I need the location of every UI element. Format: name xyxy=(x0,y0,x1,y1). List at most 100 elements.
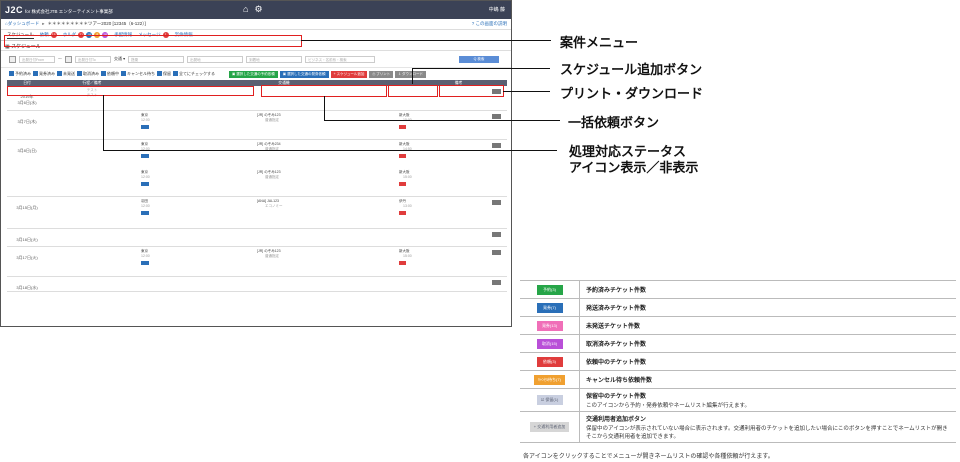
gear-icon[interactable]: ⚙ xyxy=(254,4,262,15)
legend-title: 交通利用者追加ボタン xyxy=(586,417,647,423)
row-note xyxy=(431,276,486,292)
filter-checkbox[interactable]: 発券済み xyxy=(33,71,55,77)
legend-row: ｷｬﾝｾﾙ待ち(7) キャンセル待ち依頼件数 xyxy=(520,371,956,389)
row-note xyxy=(431,228,486,247)
callout-add-schedule: スケジュール追加ボタン xyxy=(560,62,703,77)
filter-checkbox[interactable]: 保留 xyxy=(157,71,171,77)
filter-checkbox[interactable]: 依頼中 xyxy=(101,71,119,77)
search-bar: 出発日付From ～ 出発日付To 交通 ▾ 搭乗 出発地 到着地 ビジネス・名… xyxy=(1,51,511,68)
highlight-print xyxy=(439,85,504,97)
table-row: 3月8日(日) 東京 12:00 [JR] のぞみ234 普通指定 新大阪 14:50 東京… xyxy=(7,139,507,197)
highlight-menu xyxy=(4,35,302,47)
download-button[interactable]: ⇩ ダウンロード xyxy=(395,70,427,78)
user-name[interactable]: 中嶋 藤 xyxy=(489,6,505,13)
legend-icon[interactable]: ☑ 保留(1) xyxy=(536,395,563,405)
app-screenshot: J2C for 株式会社JTB エンターテイメント事業部 ⌂ ⚙ 中嶋 藤 ⌂ダッ… xyxy=(0,0,512,327)
filter-checkbox[interactable]: 取消済み xyxy=(77,71,99,77)
row-itinerary xyxy=(47,276,137,292)
search-button[interactable]: Q 検索 xyxy=(459,55,499,63)
breadcrumb-home[interactable]: ⌂ダッシュボード xyxy=(5,21,39,27)
legend-row: 取消(15) 取消済みチケット件数 xyxy=(520,335,956,353)
breadcrumb: ⌂ダッシュボード ▸ ＊＊＊＊＊＊＊＊＊ツアー2020 [12345（6-122… xyxy=(1,19,511,30)
trip-train[interactable]: [ANA] JAL123 xyxy=(257,199,279,203)
legend-title: 取消済みチケット件数 xyxy=(586,342,647,348)
row-date: 3月17日(火) xyxy=(7,246,47,277)
trip-class: エコノミー xyxy=(265,203,283,208)
status-chip[interactable] xyxy=(141,181,150,186)
table-row: 3月16日(火) xyxy=(7,228,507,247)
legend-icon[interactable]: ｷｬﾝｾﾙ待ち(7) xyxy=(534,374,565,385)
row-date: 3月7日(木) xyxy=(7,110,47,140)
filter-checkbox[interactable]: キャンセル待ち xyxy=(121,71,155,77)
arrival-input[interactable]: 到着地 xyxy=(246,55,303,63)
highlight-filters xyxy=(7,86,254,96)
date-to-input[interactable]: 出発日付To xyxy=(75,55,111,63)
trip-entry: 東京12:00[JR] のぞみ123普通指定新大阪15:00 xyxy=(137,247,431,275)
status-chip[interactable] xyxy=(399,210,407,215)
footnote: 各アイコンをクリックすることでメニューが開きネームリストの確認や各種依頼が行えま… xyxy=(523,454,774,460)
edit-icon[interactable] xyxy=(492,199,501,205)
trip-class: 普通指定 xyxy=(265,117,279,122)
calendar-icon[interactable] xyxy=(65,55,72,63)
date-from-input[interactable]: 出発日付From xyxy=(19,55,55,63)
add-schedule-button[interactable]: + スケジュール追加 xyxy=(330,70,368,78)
status-chip[interactable] xyxy=(141,260,150,265)
edit-icon[interactable] xyxy=(492,279,501,285)
calendar-icon[interactable] xyxy=(9,55,16,63)
filter-checkbox[interactable]: 予約済み xyxy=(9,71,31,77)
filter-bar: 予約済み 発券済み 未発送 取消済み 依頼中 キャンセル待ち 保留 全てにチェックする ▣ 選… xyxy=(1,68,511,80)
legend-title: 発送済みチケット件数 xyxy=(586,306,647,312)
row-itinerary xyxy=(47,246,137,277)
row-itinerary xyxy=(47,139,137,197)
legend-icon[interactable]: 発券(7) xyxy=(536,302,563,313)
legend-desc: 保留中のアイコンが表示されていない場合に表示されます。交通利用者のチケットを追加… xyxy=(586,426,948,440)
row-itinerary xyxy=(47,196,137,229)
row-date: 3月8日(日) xyxy=(7,139,47,197)
legend-icon[interactable]: 取消(15) xyxy=(536,338,563,349)
field-input[interactable]: 搭乗 xyxy=(128,55,185,63)
table-row: 3月7日(木) 東京12:00[JR] のぞみ123普通指定新大阪15:00 xyxy=(7,110,507,140)
edit-icon[interactable] xyxy=(492,249,501,255)
home-icon[interactable]: ⌂ xyxy=(243,4,248,15)
trip-dep: 12:00 xyxy=(141,174,150,179)
edit-icon[interactable] xyxy=(492,231,501,237)
trip-dep: 12:00 xyxy=(141,203,150,208)
row-date: 3月18日(水) xyxy=(7,276,47,292)
legend-icon[interactable]: 発券(13) xyxy=(536,320,563,331)
status-chip[interactable] xyxy=(399,124,407,129)
status-chip[interactable] xyxy=(141,124,150,129)
edit-icon[interactable] xyxy=(492,113,501,119)
legend-icon[interactable]: 依頼(3) xyxy=(536,356,563,367)
filter-checkbox[interactable]: 未発送 xyxy=(57,71,75,77)
schedule-table: 日付 行程／備考 交通機 備考 2019年 3月6日(水) テスト テスト 3月7日… xyxy=(7,80,507,292)
departure-input[interactable]: 出発地 xyxy=(187,55,244,63)
callout-status: 処理対応ステータス アイコン表示／非表示 xyxy=(569,144,699,175)
keyword-input[interactable]: ビジネス・名前系・検索 xyxy=(305,55,376,63)
bulk-reserve-button[interactable]: ▣ 選択した交通の予約依頼 xyxy=(229,70,278,78)
status-chip[interactable] xyxy=(141,153,150,158)
legend-title: 依頼中のチケット件数 xyxy=(586,360,647,366)
highlight-add xyxy=(388,85,438,97)
top-bar: J2C for 株式会社JTB エンターテイメント事業部 ⌂ ⚙ 中嶋 藤 xyxy=(1,1,511,19)
legend-icon[interactable]: + 交通利用者追加 xyxy=(529,422,570,432)
row-date: 3月15日(月) xyxy=(7,196,47,229)
legend-icon[interactable]: 予約(3) xyxy=(536,284,563,295)
trip-entry: 東京 12:00 [JR] のぞみ234 普通指定 新大阪 14:50 xyxy=(137,140,431,168)
row-note xyxy=(431,246,486,277)
trip-arr: 13:00 xyxy=(403,203,412,208)
legend-row: 依頼(3) 依頼中のチケット件数 xyxy=(520,353,956,371)
edit-icon[interactable] xyxy=(492,142,501,148)
status-chip[interactable] xyxy=(399,260,407,265)
status-chip[interactable] xyxy=(141,210,150,215)
callout-bulk: 一括依頼ボタン xyxy=(568,115,660,130)
filter-checkbox[interactable]: 全てにチェックする xyxy=(173,71,215,77)
legend-row: 発券(13) 未発送チケット件数 xyxy=(520,317,956,335)
bulk-issue-button[interactable]: ▣ 選択した交通の発券依頼 xyxy=(279,70,329,78)
status-chip[interactable] xyxy=(399,153,407,158)
help-link[interactable]: ? この画面の説明 xyxy=(472,21,507,27)
transport-select[interactable]: 交通 ▾ xyxy=(114,56,125,62)
status-chip[interactable] xyxy=(399,181,407,186)
trip-dep: 12:00 xyxy=(141,253,150,258)
print-button[interactable]: ⎙ プリント xyxy=(369,70,394,78)
legend-row: ☑ 保留(1) 保留中のチケット件数 このアイコンから予約・発券依頼やネームリスト編… xyxy=(520,389,956,412)
